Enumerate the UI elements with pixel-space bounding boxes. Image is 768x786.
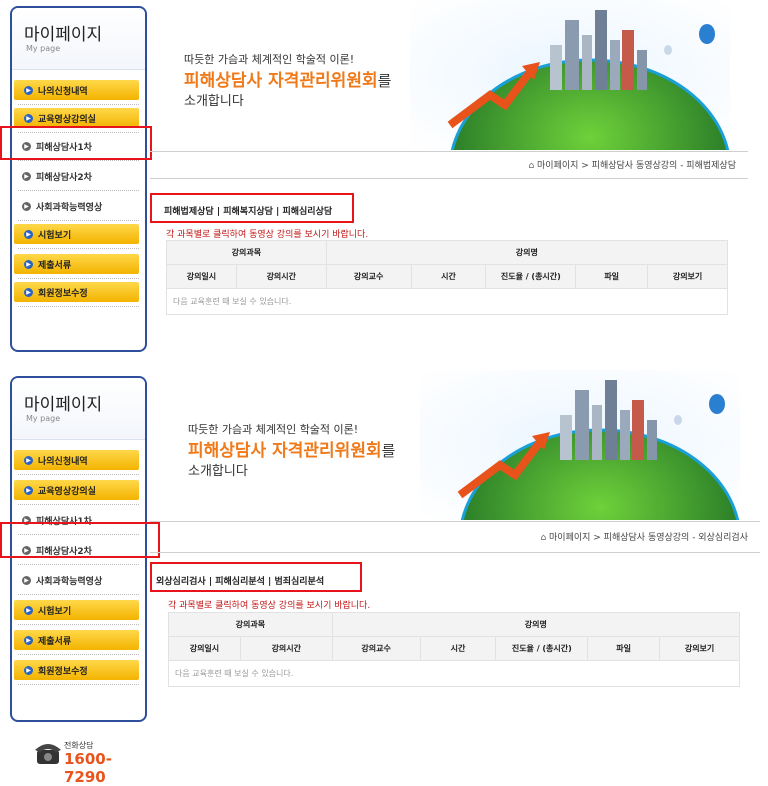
banner-line1: 따듯한 가슴과 체계적인 학술적 이론! bbox=[184, 53, 355, 66]
breadcrumb: ⌂ 마이페이지 > 피해상담사 동영상강의 - 피해법제상담 bbox=[528, 161, 736, 171]
col-progress: 진도율 / (총시간) bbox=[485, 264, 577, 289]
col-duration: 강의시간 bbox=[235, 264, 327, 289]
col-group-subject: 강의과목 bbox=[166, 240, 327, 265]
arrow-bullet-icon: ▶ bbox=[24, 665, 33, 675]
menu-item-member-edit[interactable]: ▶ 회원정보수정 bbox=[14, 282, 139, 302]
col-date: 강의일시 bbox=[168, 636, 241, 661]
mypage-sidebar: 마이페이지 My page ▶ 나의신청내역 ▶ 교육영상강의실 ▶ 피해상담사1차 … bbox=[10, 6, 147, 352]
menu-item-application[interactable]: ▶ 나의신청내역 bbox=[14, 80, 139, 100]
lecture-table: 강의과목 강의명 강의일시 강의시간 강의교수 시간 진도율 / (총시간) 파… bbox=[168, 612, 741, 687]
banner-line3: 소개합니다 bbox=[184, 94, 244, 109]
notice-text: 각 과목별로 클릭하여 동영상 강의를 보시기 바랍니다. bbox=[168, 601, 371, 611]
empty-message: 다음 교육훈련 때 보실 수 있습니다. bbox=[166, 288, 728, 315]
empty-message: 다음 교육훈련 때 보실 수 있습니다. bbox=[168, 660, 740, 687]
col-professor: 강의교수 bbox=[331, 636, 421, 661]
highlight-subject-tabs bbox=[150, 562, 362, 592]
globe-city-illustration bbox=[410, 0, 730, 150]
col-time: 시간 bbox=[410, 264, 487, 289]
breadcrumb: ⌂ 마이페이지 > 피해상담사 동영상강의 - 외상심리검사 bbox=[540, 533, 748, 543]
col-progress: 진도율 / (총시간) bbox=[495, 636, 589, 661]
table-row: 다음 교육훈련 때 보실 수 있습니다. bbox=[166, 288, 728, 315]
lecture-table: 강의과목 강의명 강의일시 강의시간 강의교수 시간 진도율 / (총시간) 파… bbox=[166, 240, 729, 315]
home-icon: ⌂ bbox=[528, 161, 538, 171]
menu-item-exam[interactable]: ▶ 시험보기 bbox=[14, 224, 139, 244]
arrow-bullet-icon: ▶ bbox=[24, 229, 33, 239]
mypage-subtitle: My page bbox=[26, 44, 61, 53]
col-group-lecture: 강의명 bbox=[325, 240, 729, 265]
home-icon: ⌂ bbox=[540, 533, 550, 543]
menu-item-documents[interactable]: ▶ 제출서류 bbox=[14, 254, 139, 274]
mypage-title: 마이페이지 bbox=[24, 395, 103, 415]
col-professor: 강의교수 bbox=[325, 264, 412, 289]
arrow-bullet-icon: ▶ bbox=[22, 201, 31, 211]
menu-item-counselor-2[interactable]: ▶ 피해상담사2차 bbox=[12, 166, 145, 186]
menu-item-social-science[interactable]: ▶ 사회과학능력영상 bbox=[12, 570, 145, 590]
arrow-bullet-icon: ▶ bbox=[22, 575, 31, 585]
col-time: 시간 bbox=[419, 636, 497, 661]
banner-line3: 소개합니다 bbox=[188, 464, 248, 479]
col-view: 강의보기 bbox=[659, 636, 740, 661]
col-view: 강의보기 bbox=[647, 264, 728, 289]
highlight-menu-counselor-1 bbox=[0, 126, 152, 160]
telephone-icon bbox=[35, 744, 61, 764]
menu-item-documents[interactable]: ▶ 제출서류 bbox=[14, 630, 139, 650]
mypage-title: 마이페이지 bbox=[24, 25, 103, 45]
panel-bottom: 마이페이지 My page ▶ 나의신청내역 ▶ 교육영상강의실 ▶ 피해상담사1차 … bbox=[0, 370, 768, 730]
arrow-bullet-icon: ▶ bbox=[24, 485, 33, 495]
col-duration: 강의시간 bbox=[239, 636, 333, 661]
arrow-bullet-icon: ▶ bbox=[24, 113, 33, 123]
menu-item-exam[interactable]: ▶ 시험보기 bbox=[14, 600, 139, 620]
arrow-bullet-icon: ▶ bbox=[24, 455, 33, 465]
arrow-bullet-icon: ▶ bbox=[24, 635, 33, 645]
arrow-bullet-icon: ▶ bbox=[24, 605, 33, 615]
phone-consult-box: 전화상담 1600-7290 bbox=[34, 734, 150, 786]
col-file: 파일 bbox=[575, 264, 649, 289]
arrow-bullet-icon: ▶ bbox=[24, 287, 33, 297]
highlight-menu-counselor-2 bbox=[0, 522, 160, 558]
menu-item-application[interactable]: ▶ 나의신청내역 bbox=[14, 450, 139, 470]
globe-city-illustration bbox=[420, 370, 740, 520]
arrow-bullet-icon: ▶ bbox=[24, 85, 33, 95]
menu-item-video-classroom[interactable]: ▶ 교육영상강의실 bbox=[14, 108, 139, 128]
notice-text: 각 과목별로 클릭하여 동영상 강의를 보시기 바랍니다. bbox=[166, 230, 369, 240]
arrow-bullet-icon: ▶ bbox=[24, 259, 33, 269]
banner-line2: 피해상담사 자격관리위원회를 bbox=[184, 71, 392, 91]
mypage-subtitle: My page bbox=[26, 414, 61, 423]
banner-line2: 피해상담사 자격관리위원회를 bbox=[188, 441, 396, 461]
col-group-subject: 강의과목 bbox=[168, 612, 333, 637]
col-file: 파일 bbox=[587, 636, 661, 661]
col-date: 강의일시 bbox=[166, 264, 237, 289]
banner-line1: 따듯한 가슴과 체계적인 학술적 이론! bbox=[188, 423, 359, 436]
col-group-lecture: 강의명 bbox=[331, 612, 741, 637]
menu-item-video-classroom[interactable]: ▶ 교육영상강의실 bbox=[14, 480, 139, 500]
phone-number: 1600-7290 bbox=[64, 750, 112, 786]
table-row: 다음 교육훈련 때 보실 수 있습니다. bbox=[168, 660, 740, 687]
panel-top: 마이페이지 My page ▶ 나의신청내역 ▶ 교육영상강의실 ▶ 피해상담사1차 … bbox=[0, 0, 768, 360]
menu-item-social-science[interactable]: ▶ 사회과학능력영상 bbox=[12, 196, 145, 216]
menu-item-member-edit[interactable]: ▶ 회원정보수정 bbox=[14, 660, 139, 680]
highlight-subject-tabs bbox=[150, 193, 354, 223]
arrow-bullet-icon: ▶ bbox=[22, 171, 31, 181]
